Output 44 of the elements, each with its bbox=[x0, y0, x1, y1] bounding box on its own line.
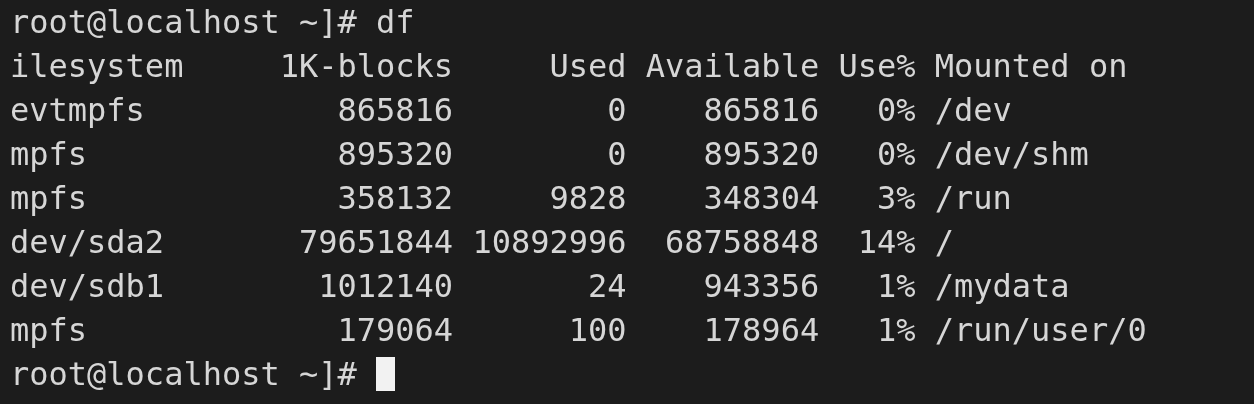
table-cell-text: mpfs bbox=[10, 178, 89, 219]
table-cell-text: 895320 bbox=[336, 134, 454, 175]
table-cell-text: 0 bbox=[606, 90, 627, 131]
table-cell-text: 79651844 bbox=[298, 222, 454, 263]
prompt-text: root@localhost ~]# bbox=[10, 354, 357, 395]
table-cell-text: 0% bbox=[875, 90, 916, 131]
table-cell-text: dev/sda2 bbox=[10, 222, 166, 263]
table-cell-text: 1% bbox=[875, 310, 916, 351]
table-cell-text: 178964 bbox=[702, 310, 820, 351]
table-cell-text: 1012140 bbox=[317, 266, 454, 307]
table-cell-text: /run/user/0 bbox=[934, 310, 1147, 351]
table-cell-text: 348304 bbox=[702, 178, 820, 219]
table-cell-text: 10892996 bbox=[471, 222, 627, 263]
table-cell-text: dev/sdb1 bbox=[10, 266, 166, 307]
table-cell-text: 179064 bbox=[336, 310, 454, 351]
table-cell-text: mpfs bbox=[10, 310, 89, 351]
table-cell-text: 68758848 bbox=[664, 222, 820, 263]
table-cell-text: 865816 bbox=[702, 90, 820, 131]
table-cell-text: 0 bbox=[606, 134, 627, 175]
table-cell-text: mpfs bbox=[10, 134, 89, 175]
table-cell-text: / bbox=[934, 222, 954, 263]
table-cell-text: /run bbox=[934, 178, 1012, 219]
column-header: Used bbox=[548, 46, 627, 87]
table-cell-text: /dev/shm bbox=[934, 134, 1089, 175]
table-cell-text: /mydata bbox=[934, 266, 1070, 307]
table-cell-text: 865816 bbox=[336, 90, 454, 131]
table-cell-text: 100 bbox=[567, 310, 627, 351]
table-cell-text: 358132 bbox=[336, 178, 454, 219]
table-cell-text: 0% bbox=[875, 134, 916, 175]
table-cell-text: 14% bbox=[856, 222, 916, 263]
column-header: 1K-blocks bbox=[279, 46, 454, 87]
table-cell-text: /dev bbox=[934, 90, 1012, 131]
table-cell-text: 895320 bbox=[702, 134, 820, 175]
column-header: Mounted on bbox=[934, 46, 1128, 87]
column-header: ilesystem bbox=[10, 46, 185, 87]
column-header: Use% bbox=[837, 46, 916, 87]
command-line: root@localhost ~]# df bbox=[10, 2, 415, 43]
table-cell-text: 24 bbox=[586, 266, 627, 307]
table-cell-text: 1% bbox=[875, 266, 916, 307]
table-cell-text: 943356 bbox=[702, 266, 820, 307]
table-cell-text: evtmpfs bbox=[10, 90, 146, 131]
column-header: Available bbox=[644, 46, 820, 87]
table-cell-text: 3% bbox=[875, 178, 916, 219]
table-cell-text: 9828 bbox=[548, 178, 627, 219]
